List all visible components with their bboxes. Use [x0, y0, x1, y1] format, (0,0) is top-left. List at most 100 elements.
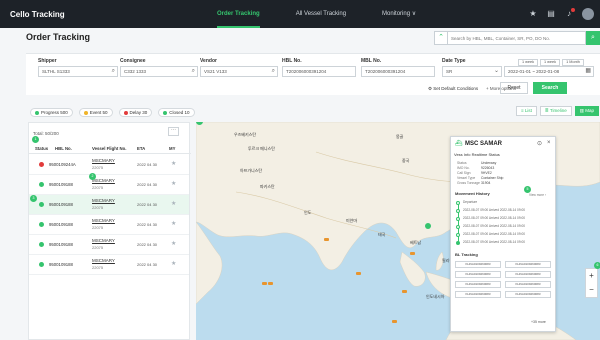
message-icon[interactable]: ▤ [546, 9, 556, 19]
search-icon[interactable]: ⌕ [586, 31, 600, 45]
view-list-button[interactable]: ≡ List [516, 106, 537, 116]
shipper-field[interactable]: SLTHL S1333 ⌕ [38, 66, 118, 77]
popup-tabs[interactable]: Vess Info Realtime Status [454, 152, 500, 157]
col-hbl[interactable]: HBL No. [55, 146, 72, 151]
col-status[interactable]: Status [35, 146, 48, 151]
avatar[interactable] [582, 8, 594, 20]
quick-range-1week[interactable]: 1 week [518, 59, 538, 66]
view-switcher: ≡ List ≣ Timeline ▥ Map [516, 106, 599, 116]
bl-cell[interactable]: KHNA0109260083 [455, 261, 501, 268]
vessel-link[interactable]: MSCMARY [92, 238, 115, 243]
star-icon[interactable]: ★ [171, 180, 176, 187]
map-label: 베트남 [410, 240, 422, 245]
chevron-up-icon[interactable]: ⌃ [434, 31, 448, 45]
close-icon[interactable]: × [547, 140, 551, 146]
consignee-field[interactable]: C332 1333 ⌕ [120, 66, 198, 77]
vessel-link[interactable]: MSCMARY [92, 258, 115, 263]
bl-more-link[interactable]: +35 more [531, 320, 546, 324]
ship-icon: ⛴ [455, 141, 463, 147]
set-default-conditions[interactable]: ⚙ Set Default Conditions [428, 86, 478, 92]
view-more-link[interactable]: View more › [529, 193, 546, 197]
col-vessel[interactable]: Vessel Flight No. [92, 146, 126, 151]
legend-progress[interactable]: Progress 500 [30, 108, 73, 117]
zoom-out-button[interactable]: − [586, 283, 597, 297]
quick-range-1month[interactable]: 1 Month [562, 59, 584, 66]
more-icon[interactable]: ⋯ [168, 127, 179, 136]
vendor-field[interactable]: VS21 V133 ⌕ [200, 66, 278, 77]
ship-marker[interactable] [356, 272, 361, 275]
vessel-detail-popup: ⛴ MSC SAMAR ⊙ × Vess Info Realtime Statu… [450, 136, 556, 332]
table-row[interactable]: 9500109188 MSCMARY 22075 2022 04 30 ★ [29, 215, 189, 235]
col-eta[interactable]: ETA [137, 146, 145, 151]
order-list-panel: Total: 50/200 ⋯ 1 Status HBL No. Vessel … [28, 122, 191, 340]
date-range-field[interactable]: 2022-01-01 ~ 2022-01-08 ▦ [504, 66, 594, 77]
nav-order-tracking[interactable]: Order Tracking [217, 0, 260, 28]
voyage-cell: 22075 [92, 185, 104, 190]
voyage-cell: 22075 [92, 205, 104, 210]
bl-cell[interactable]: KHNA0109260083 [505, 281, 551, 288]
ship-marker[interactable] [392, 320, 397, 323]
search-icon[interactable]: ⌕ [192, 67, 195, 76]
map-label: 미얀마 [346, 218, 358, 223]
table-row[interactable]: 9500109188 MSCMARY 22075 2022 04 30 ★ [29, 255, 189, 275]
star-icon[interactable]: ★ [171, 240, 176, 247]
table-row[interactable]: 9500109244A MSCMARY 22075 2022 04 30 ★ [29, 155, 189, 175]
vessel-link[interactable]: MSCMARY [92, 158, 115, 163]
star-icon[interactable]: ★ [171, 200, 176, 207]
nav-all-vessel-tracking[interactable]: All Vessel Tracking [296, 0, 346, 28]
col-my[interactable]: MY [169, 146, 175, 151]
view-timeline-button[interactable]: ≣ Timeline [539, 106, 572, 116]
vessel-link[interactable]: MSCMARY [92, 178, 115, 183]
ship-marker[interactable] [402, 290, 407, 293]
top-bar: Cello Tracking Order Tracking All Vessel… [0, 0, 600, 28]
view-map-button[interactable]: ▥ Map [574, 106, 599, 116]
ship-marker[interactable] [262, 282, 267, 285]
voyage-cell: 22075 [92, 225, 104, 230]
table-row-selected[interactable]: 3 9500109188 MSCMARY 22075 2022 04 30 ★ [29, 195, 189, 215]
search-button[interactable]: Search [533, 82, 567, 94]
search-icon[interactable]: ⌕ [112, 67, 115, 76]
ship-marker[interactable] [324, 238, 329, 241]
star-icon[interactable]: ★ [171, 260, 176, 267]
bell-icon[interactable]: ♪ [564, 8, 575, 19]
bl-cell[interactable]: KHNA0109260083 [455, 281, 501, 288]
quick-range-1week-b[interactable]: 1 week [540, 59, 560, 66]
pin-icon[interactable]: ⊙ [537, 140, 542, 147]
bl-tracking-title: BL Tracking [455, 252, 478, 257]
calendar-icon[interactable]: ▦ [585, 67, 591, 76]
hbl-field[interactable]: T202006000391204 [282, 66, 356, 77]
vessel-link[interactable]: MSCMARY [92, 198, 115, 203]
bl-cell[interactable]: KHNA0109260083 [505, 261, 551, 268]
movement-row: 2022-08-07 09:00 Arrived 2022-08-14 09:0… [455, 232, 553, 239]
bl-cell[interactable]: KHNA0109260083 [455, 291, 501, 298]
search-icon[interactable]: ⌕ [272, 67, 275, 76]
star-icon[interactable]: ★ [171, 220, 176, 227]
ship-marker[interactable] [410, 252, 415, 255]
nav-monitoring[interactable]: Monitoring ∨ [382, 0, 416, 28]
map-label: 인도 [304, 210, 312, 215]
movement-row: 2022-08-07 09:00 Arrived 2022-08-14 09:0… [455, 216, 553, 223]
bl-cell[interactable]: KHNA0109260083 [455, 271, 501, 278]
main-nav: Order Tracking All Vessel Tracking Monit… [217, 0, 452, 28]
table-row[interactable]: 9500109188 MSCMARY 22075 2022 04 30 ★ [29, 235, 189, 255]
info-row: Gross Tonnage31904 [457, 181, 491, 185]
app-title: Cello Tracking [10, 9, 65, 19]
legend-closed[interactable]: Closed 10 [158, 108, 195, 117]
ship-marker[interactable] [268, 282, 273, 285]
table-row[interactable]: 9500109188 MSCMARY 22075 2022 04 30 ★ 2 [29, 173, 189, 195]
zoom-in-button[interactable]: + [586, 269, 597, 283]
date-type-select[interactable]: SR ⌄ [442, 66, 502, 77]
hbl-cell: 9500109188 [49, 202, 73, 207]
legend-delay[interactable]: Delay 30 [118, 108, 153, 117]
vessel-marker[interactable] [425, 223, 431, 229]
search-input[interactable] [448, 31, 586, 45]
bl-cell[interactable]: KHNA0109260083 [505, 291, 551, 298]
bl-cell[interactable]: KHNA0109260083 [505, 271, 551, 278]
star-icon[interactable]: ★ [528, 9, 538, 19]
legend-event[interactable]: Event 50 [78, 108, 113, 117]
star-icon[interactable]: ★ [171, 160, 176, 167]
mbl-field[interactable]: T202006000391204 [361, 66, 435, 77]
more-options-link[interactable]: + More options [486, 86, 516, 91]
hbl-cell: 9500109188 [49, 242, 73, 247]
vessel-link[interactable]: MSCMARY [92, 218, 115, 223]
